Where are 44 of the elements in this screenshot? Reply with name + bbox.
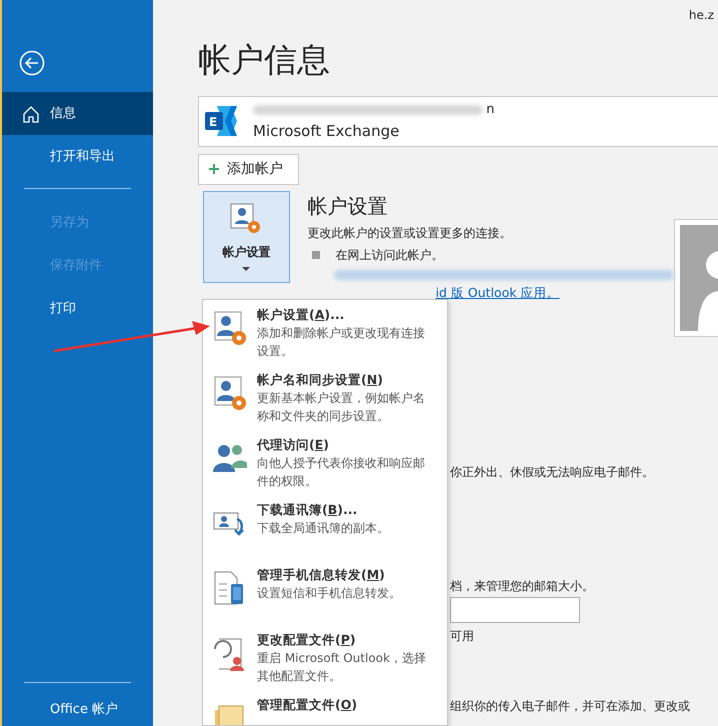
sidebar-item[interactable]: 打印 [2, 287, 153, 330]
info-text: 可用 [450, 628, 475, 646]
menu-item-description: 更新基本帐户设置，例如帐户名称和文件夹的同步设置。 [257, 390, 426, 425]
sidebar-item[interactable]: Office 帐户 [24, 682, 131, 726]
menu-item-title: 帐户设置(A)... [257, 306, 346, 324]
sidebar-item[interactable]: 信息 [2, 92, 153, 135]
menu-item[interactable]: 代理访问(E) 向他人授予代表你接收和响应邮件的权限。 [203, 434, 447, 499]
sidebar-item[interactable]: 打开和导出 [2, 135, 153, 178]
menu-item[interactable]: 更改配置文件(P) 重启 Microsoft Outlook，选择其他配置文件。 [203, 629, 447, 694]
user-name: he.z [688, 7, 714, 24]
menu-item-description: 重启 Microsoft Outlook，选择其他配置文件。 [257, 650, 427, 685]
menu-item[interactable]: 管理手机信息转发(M) 设置短信和手机信息转发。 [203, 564, 447, 629]
info-text: 你正外出、休假或无法响应电子邮件。 [450, 464, 655, 482]
menu-item-description: 设置短信和手机信息转发。 [257, 585, 402, 602]
menu-item-title: 下载通讯簿(B)... [257, 501, 358, 519]
add-account-button[interactable]: 添加帐户 [198, 154, 299, 185]
plus-icon [209, 164, 219, 174]
info-text: 档，来管理您的邮箱大小。 [450, 578, 595, 596]
bullet-text: 在网上访问此帐户。 [336, 246, 444, 264]
account-type: Microsoft Exchange [253, 120, 400, 142]
menu-item-description: 下载全局通讯簿的副本。 [257, 520, 390, 537]
menu-item-title: 管理手机信息转发(M) [257, 566, 386, 584]
menu-item[interactable]: 下载通讯簿(B)... 下载全局通讯簿的副本。 [203, 499, 447, 564]
menu-item-title: 管理配置文件(O) [257, 696, 358, 714]
menu-item-title: 代理访问(E) [257, 436, 330, 454]
text-field[interactable] [450, 597, 580, 624]
back-icon[interactable] [19, 50, 45, 76]
account-address: n [486, 101, 494, 120]
section-heading: 帐户设置 [308, 193, 389, 220]
menu-item-description: 添加和删除帐户或更改现有连接设置。 [257, 325, 426, 360]
home-icon [22, 104, 40, 122]
menu-item[interactable]: 管理配置文件(O) [203, 694, 447, 725]
menu-item[interactable]: 帐户名和同步设置(N) 更新基本帐户设置，例如帐户名称和文件夹的同步设置。 [203, 369, 447, 434]
menu-item-description: 向他人授予代表你接收和响应邮件的权限。 [257, 455, 426, 490]
caret-icon [242, 266, 250, 272]
section-description: 更改此帐户的设置或设置更多的连接。 [308, 225, 513, 242]
bullet-icon [312, 250, 320, 259]
outlook-link[interactable]: id 版 Outlook 应用。 [436, 284, 674, 303]
info-text: 组织你的传入电子邮件，并可在添加、更改或 [450, 698, 691, 716]
account-settings-button[interactable]: 帐户设置 [203, 191, 290, 284]
menu-item[interactable]: 帐户设置(A)... 添加和删除帐户或更改现有连接设置。 [203, 304, 447, 369]
menu-item-title: 帐户名和同步设置(N) [257, 371, 384, 389]
menu-item-title: 更改配置文件(P) [257, 631, 357, 649]
page-title: 帐户信息 [198, 40, 331, 80]
